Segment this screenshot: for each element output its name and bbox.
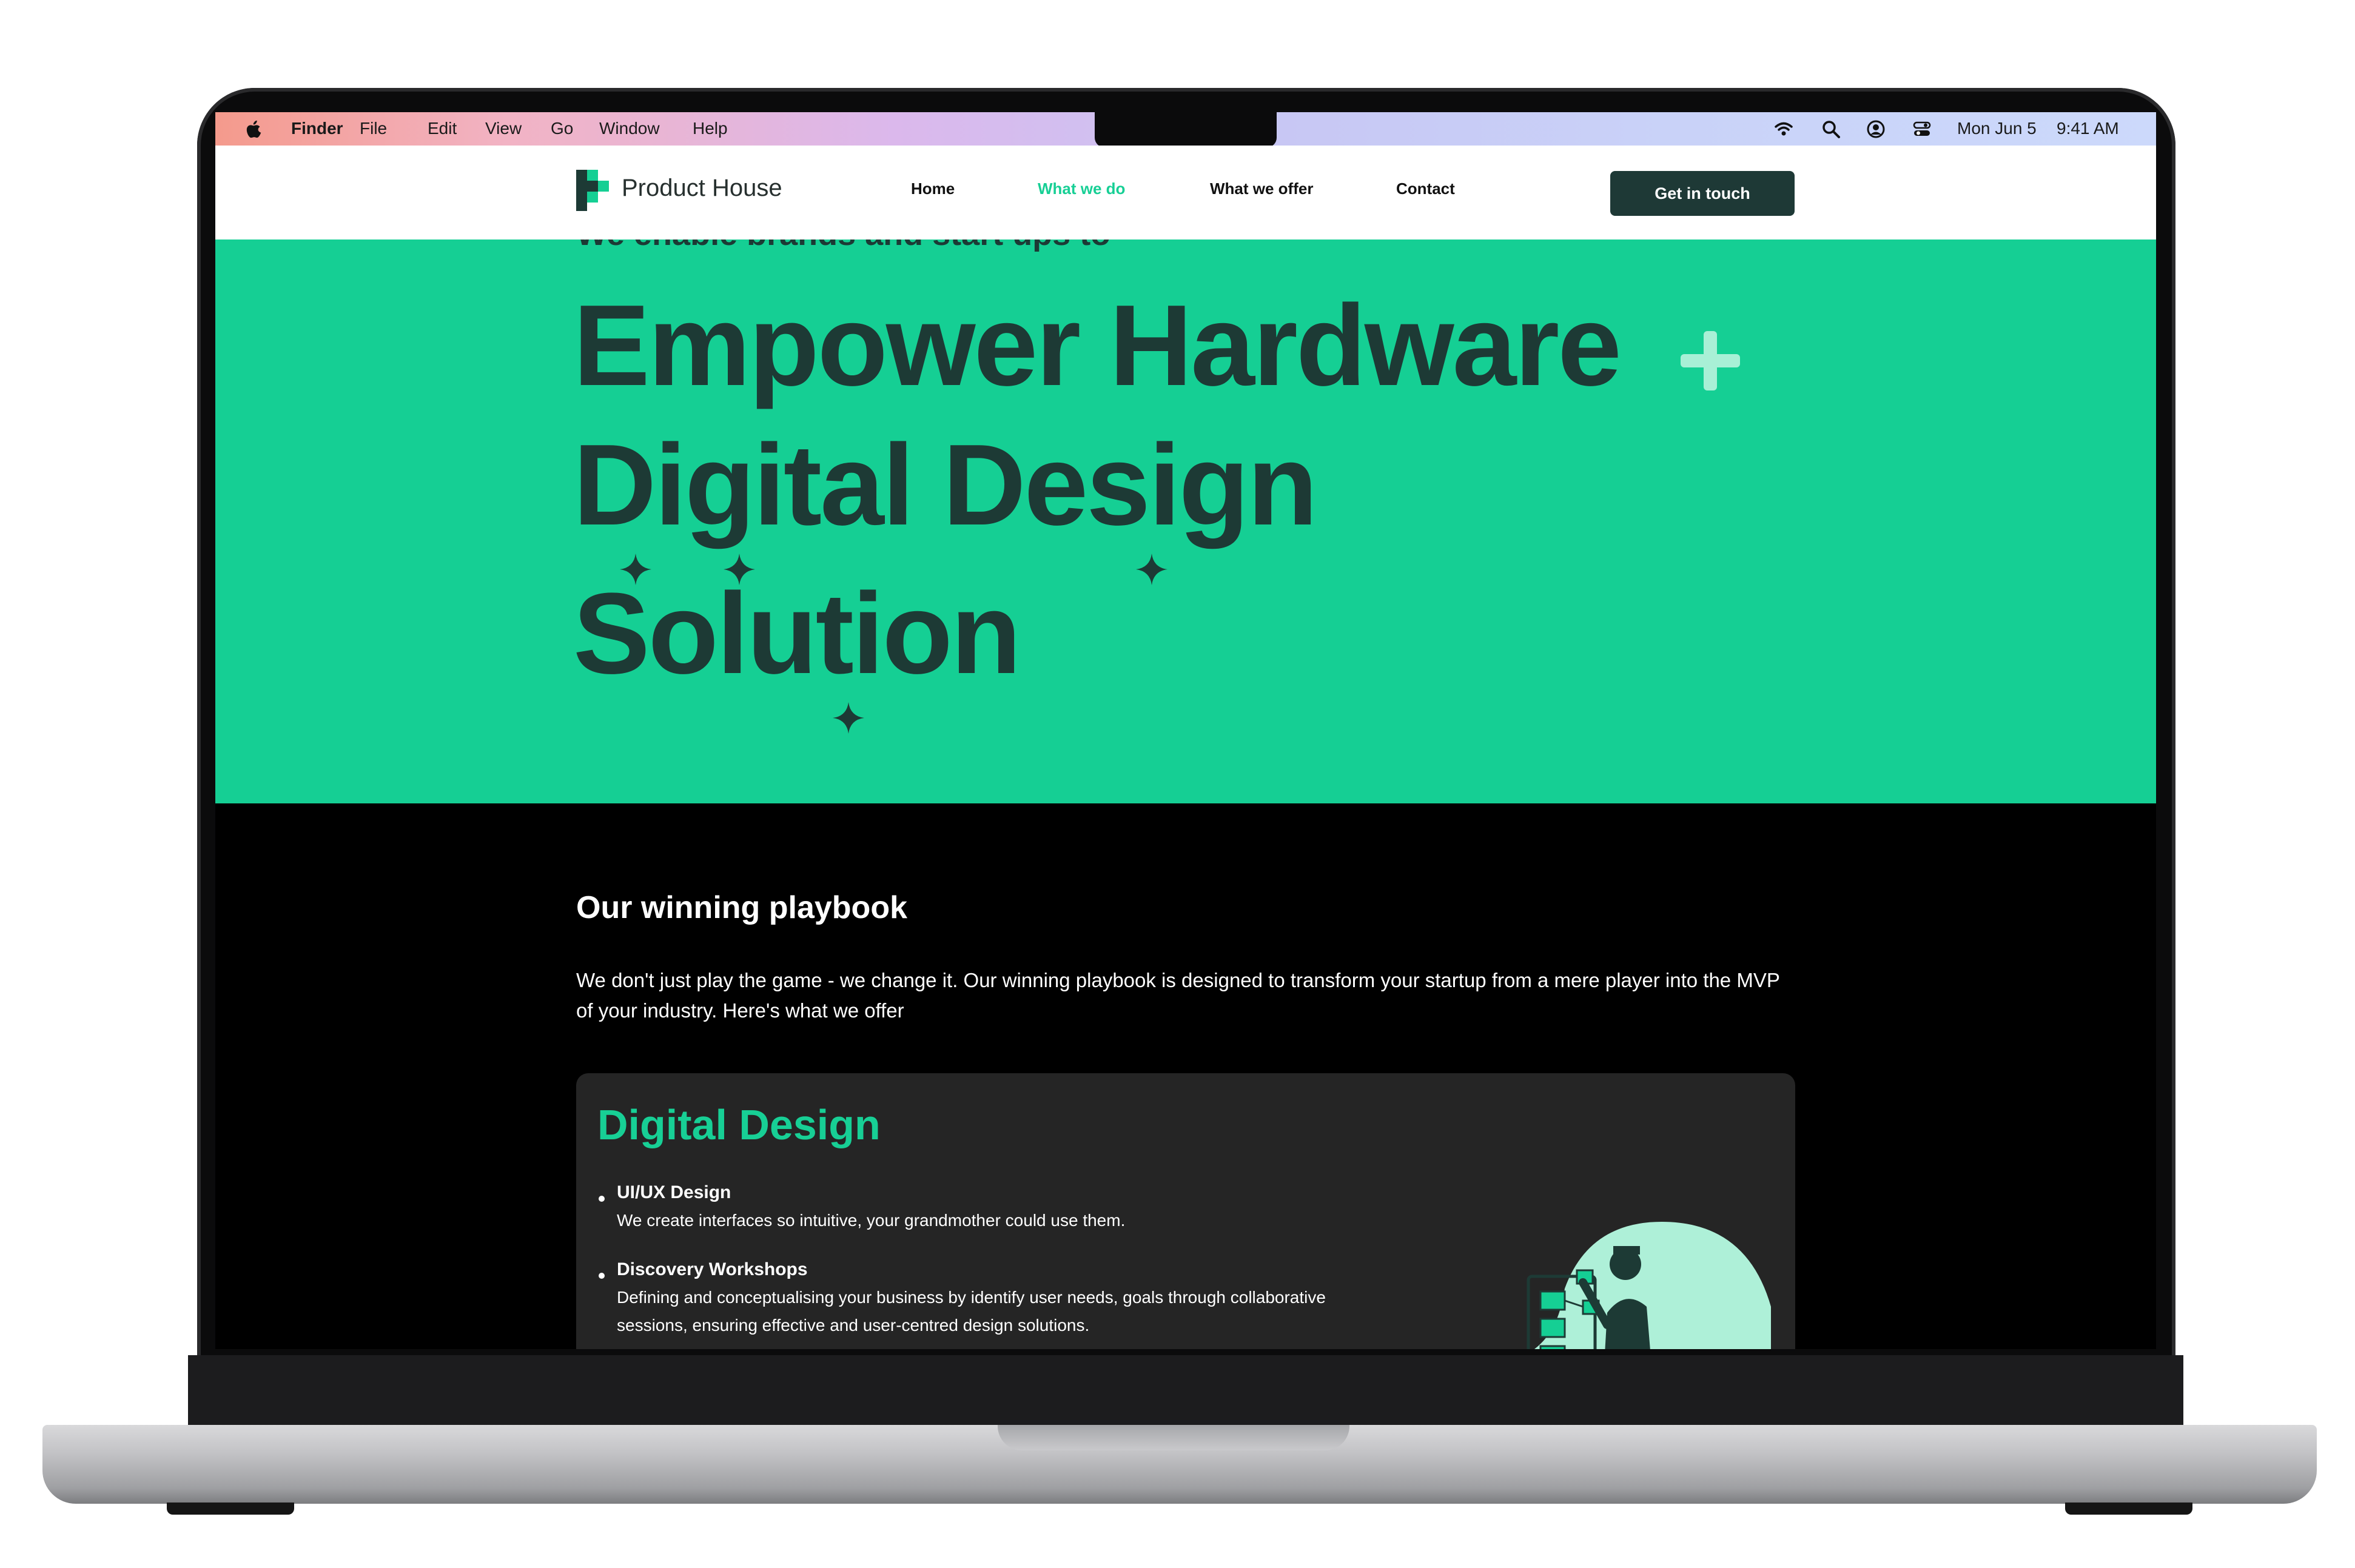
menu-window[interactable]: Window <box>599 117 660 140</box>
user-icon[interactable] <box>1866 119 1886 139</box>
sparkle-icon <box>833 702 864 734</box>
sparkle-icon <box>1136 554 1167 585</box>
camera-notch <box>1095 112 1277 147</box>
designer-illustration-icon <box>1527 1222 1771 1349</box>
plus-icon <box>1681 331 1740 390</box>
menubar-date: Mon Jun 5 <box>1957 119 2037 138</box>
playbook-title: Our winning playbook <box>576 890 907 925</box>
menu-file[interactable]: File <box>360 117 387 140</box>
brand-name[interactable]: Product House <box>622 175 782 202</box>
nav-what-we-offer[interactable]: What we offer <box>1210 179 1313 198</box>
menu-edit[interactable]: Edit <box>428 117 457 140</box>
site-navbar <box>215 146 2156 240</box>
laptop-foot-right <box>2065 1503 2192 1515</box>
sparkle-icon <box>724 554 755 585</box>
card-title: Digital Design <box>597 1101 881 1148</box>
menubar-time: 9:41 AM <box>2057 119 2119 138</box>
bullet-icon <box>599 1196 605 1202</box>
control-center-icon[interactable] <box>1912 119 1932 139</box>
menu-help[interactable]: Help <box>693 117 728 140</box>
bullet-title-uiux: UI/UX Design <box>617 1182 731 1202</box>
hero-kicker: We enable brands and start ups to <box>576 240 1110 253</box>
sparkle-icon <box>620 554 651 585</box>
nav-home[interactable]: Home <box>911 179 955 198</box>
nav-what-we-do[interactable]: What we do <box>1038 179 1125 198</box>
laptop-lid-bezel <box>188 1355 2183 1428</box>
hero-line-1: Empower Hardware <box>573 281 1622 410</box>
digital-design-card: Digital Design UI/UX Design We create in… <box>576 1073 1795 1349</box>
laptop-foot-left <box>167 1503 294 1515</box>
laptop-opening-notch <box>998 1425 1349 1450</box>
hero-line-2: Digital Design <box>573 421 1318 549</box>
wifi-icon[interactable] <box>1774 119 1793 139</box>
laptop-screen: Finder File Edit View Go Window Help Mon… <box>215 112 2156 1349</box>
playbook-description: We don't just play the game - we change … <box>576 969 1780 1022</box>
hero-line-3: Solution <box>573 569 1021 698</box>
search-icon[interactable] <box>1821 119 1841 139</box>
bullet-icon <box>599 1273 605 1279</box>
get-in-touch-button[interactable]: Get in touch <box>1610 171 1795 216</box>
menu-go[interactable]: Go <box>551 117 573 140</box>
bullet-title-discovery: Discovery Workshops <box>617 1259 808 1279</box>
bullet-desc-discovery: Defining and conceptualising your busine… <box>617 1288 1326 1335</box>
bullet-desc-uiux: We create interfaces so intuitive, your … <box>617 1211 1126 1230</box>
nav-contact[interactable]: Contact <box>1396 179 1455 198</box>
menu-view[interactable]: View <box>485 117 522 140</box>
menu-finder[interactable]: Finder <box>291 117 343 140</box>
apple-icon[interactable] <box>246 119 264 139</box>
product-house-logo-icon[interactable] <box>576 170 609 211</box>
hero-section: We enable brands and start ups to Empowe… <box>215 240 2156 803</box>
